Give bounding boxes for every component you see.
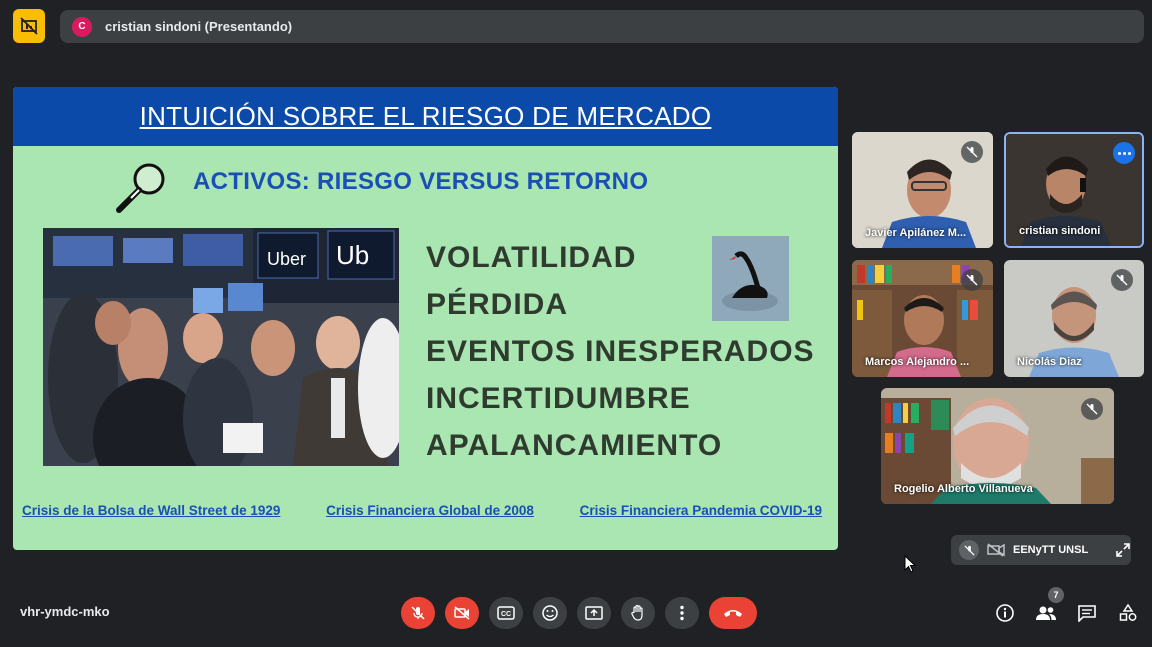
participant-tile[interactable]: Marcos Alejandro ... [852,260,993,377]
mic-off-icon[interactable] [959,540,979,560]
svg-text:CC: CC [501,611,511,618]
participant-name: Nicolás Diaz [1017,356,1082,368]
participant-name: cristian sindoni [1019,225,1101,237]
present-screen-icon [585,606,603,620]
camera-off-icon[interactable] [987,543,1005,557]
present-screen-button[interactable] [577,597,611,629]
raise-hand-button[interactable] [621,597,655,629]
leave-call-button[interactable] [709,597,757,629]
participant-name: Rogelio Alberto Villanueva [894,483,1033,495]
presenter-label: cristian sindoni (Presentando) [105,19,293,34]
participants-button[interactable] [1034,601,1058,625]
mic-off-icon [1111,269,1133,291]
risk-keywords: VOLATILIDAD PÉRDIDA EVENTOS INESPERADOS … [426,234,815,469]
mic-off-icon [1081,398,1103,420]
slide-subtitle: ACTIVOS: RIESGO VERSUS RETORNO [193,168,649,195]
activities-button[interactable] [1116,601,1140,625]
keyword-volatilidad: VOLATILIDAD [426,241,637,274]
participant-tile[interactable]: Javier Apilánez M... [852,132,993,248]
mic-off-icon [961,269,983,291]
camera-toggle-button[interactable] [445,597,479,629]
participant-tile[interactable]: Nicolás Diaz [1004,260,1144,377]
uber-sign-2: Ub [336,240,369,270]
activities-icon [1119,603,1137,621]
link-crisis-1929[interactable]: Crisis de la Bolsa de Wall Street de 192… [22,503,280,518]
presentation-slide: INTUICIÓN SOBRE EL RIESGO DE MERCADO ACT… [13,87,838,550]
hand-icon [631,604,643,621]
stock-exchange-photo: Uber Ub [43,228,399,466]
presenter-avatar: C [72,16,92,37]
captions-icon: CC [497,606,515,620]
slide-title: INTUICIÓN SOBRE EL RIESGO DE MERCADO [139,101,712,131]
participant-name: Javier Apilánez M... [865,227,967,239]
more-options-icon[interactable] [1113,142,1135,164]
emoji-icon [542,605,558,621]
magnifier-icon [116,163,165,213]
mic-off-icon [961,141,983,163]
presentation-indicator-icon[interactable] [13,9,45,43]
people-icon [1036,606,1056,620]
participant-tile-active[interactable]: cristian sindoni [1004,132,1144,248]
keyword-perdida: PÉRDIDA [426,288,569,321]
mic-toggle-button[interactable] [401,597,435,629]
participant-name: Marcos Alejandro ... [865,356,970,368]
reactions-button[interactable] [533,597,567,629]
self-view-bar[interactable]: EENyTT UNSL [951,535,1131,565]
captions-button[interactable]: CC [489,597,523,629]
keyword-eventos-inesperados: EVENTOS INESPERADOS [426,335,815,368]
meeting-details-button[interactable] [993,601,1017,625]
meeting-code: vhr-ymdc-mko [20,604,110,619]
crisis-links: Crisis de la Bolsa de Wall Street de 192… [22,503,822,518]
expand-icon[interactable] [1116,543,1130,557]
presenter-banner: C cristian sindoni (Presentando) [60,10,1144,43]
more-options-button[interactable] [665,597,699,629]
top-bar: C cristian sindoni (Presentando) [0,0,1152,52]
mouse-cursor-icon [904,555,916,573]
mic-off-icon [411,606,425,620]
hang-up-icon [724,610,742,617]
slide-header: INTUICIÓN SOBRE EL RIESGO DE MERCADO [13,87,838,146]
chat-icon [1078,605,1096,622]
info-icon [996,604,1014,622]
chat-button[interactable] [1075,601,1099,625]
more-vert-icon [680,605,684,621]
participant-tile[interactable]: Rogelio Alberto Villanueva [881,388,1114,504]
camera-off-icon [454,606,470,620]
uber-sign: Uber [267,249,306,269]
link-crisis-covid19[interactable]: Crisis Financiera Pandemia COVID-19 [580,503,822,518]
link-crisis-2008[interactable]: Crisis Financiera Global de 2008 [326,503,534,518]
keyword-apalancamiento: APALANCAMIENTO [426,429,723,462]
keyword-incertidumbre: INCERTIDUMBRE [426,382,691,415]
self-view-name: EENyTT UNSL [1013,544,1089,556]
